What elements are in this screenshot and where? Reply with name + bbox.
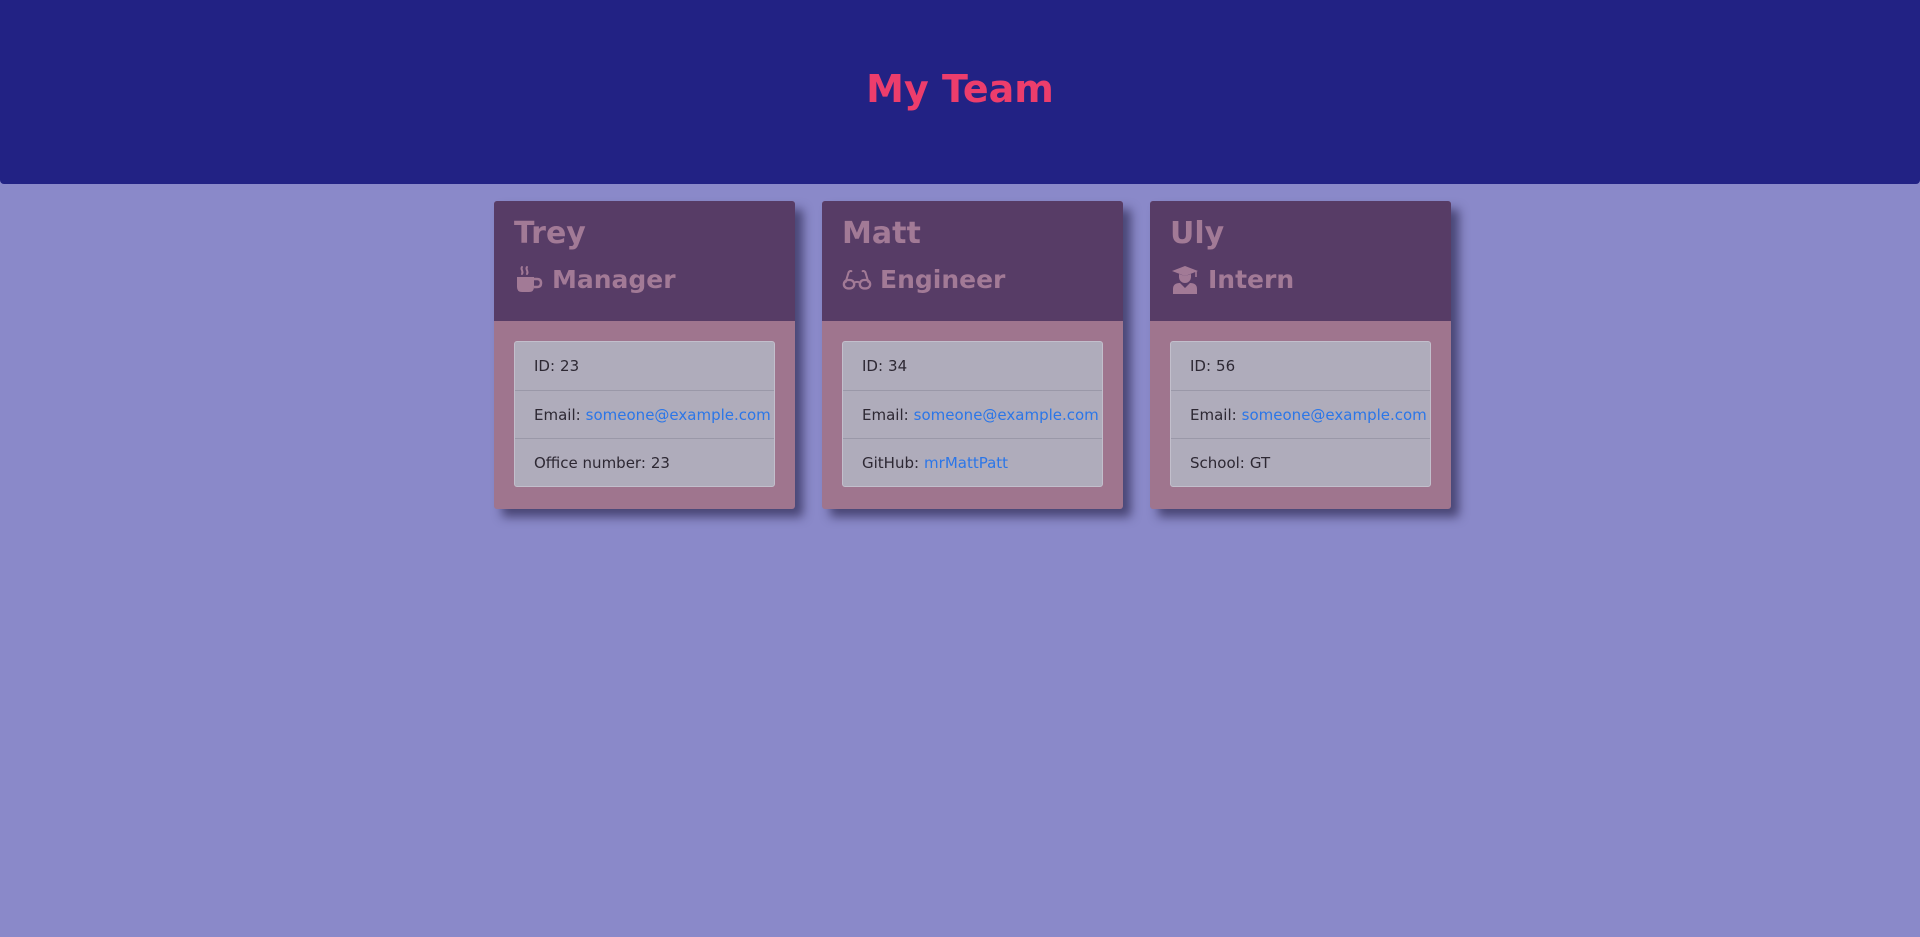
employee-details-list: ID: 23 Email: someone@example.com Office… bbox=[514, 341, 775, 487]
id-value: 34 bbox=[888, 357, 908, 375]
id-label: ID: bbox=[534, 357, 556, 375]
school-label: School: bbox=[1190, 453, 1245, 472]
card-body: ID: 34 Email: someone@example.com GitHub… bbox=[822, 321, 1123, 507]
email-label: Email: bbox=[534, 405, 581, 424]
id-value: 56 bbox=[1216, 357, 1236, 375]
employee-email: Email: someone@example.com bbox=[843, 390, 1102, 438]
card-header: Uly Intern bbox=[1150, 201, 1451, 321]
employee-card-engineer: Matt Engineer ID: 34 Email: someone@exam… bbox=[822, 201, 1123, 509]
github-link[interactable]: mrMattPatt bbox=[924, 454, 1008, 472]
employee-github: GitHub: mrMattPatt bbox=[843, 438, 1102, 486]
email-link[interactable]: someone@example.com bbox=[586, 406, 771, 424]
employee-school: School: GT bbox=[1171, 438, 1430, 486]
employee-name: Trey bbox=[514, 216, 586, 251]
employee-role: Manager bbox=[514, 263, 775, 297]
employee-id: ID: 34 bbox=[843, 342, 1102, 390]
card-body: ID: 56 Email: someone@example.com School… bbox=[1150, 321, 1451, 507]
page-title: My Team bbox=[866, 67, 1054, 111]
office-number-value: 23 bbox=[650, 453, 670, 472]
employee-id: ID: 23 bbox=[515, 342, 774, 390]
team-cards: Trey Manager ID: 23 Email: someone@examp… bbox=[494, 201, 1451, 509]
page-header: My Team bbox=[0, 0, 1920, 184]
employee-name: Uly bbox=[1170, 216, 1225, 251]
card-body: ID: 23 Email: someone@example.com Office… bbox=[494, 321, 795, 507]
office-number-label: Office number: bbox=[534, 453, 646, 472]
github-label: GitHub: bbox=[862, 453, 920, 472]
graduate-icon bbox=[1170, 265, 1200, 295]
card-header: Matt Engineer bbox=[822, 201, 1123, 321]
glasses-icon bbox=[842, 265, 872, 295]
mug-icon bbox=[514, 265, 544, 295]
email-link[interactable]: someone@example.com bbox=[914, 406, 1099, 424]
employee-office-number: Office number: 23 bbox=[515, 438, 774, 486]
employee-card-intern: Uly Intern ID: 56 Email: someone@example… bbox=[1150, 201, 1451, 509]
school-value: GT bbox=[1249, 453, 1271, 472]
email-label: Email: bbox=[862, 405, 909, 424]
id-label: ID: bbox=[862, 357, 884, 375]
employee-email: Email: someone@example.com bbox=[1171, 390, 1430, 438]
employee-card-manager: Trey Manager ID: 23 Email: someone@examp… bbox=[494, 201, 795, 509]
email-label: Email: bbox=[1190, 405, 1237, 424]
id-label: ID: bbox=[1190, 357, 1212, 375]
employee-role-label: Manager bbox=[552, 265, 676, 294]
card-header: Trey Manager bbox=[494, 201, 795, 321]
id-value: 23 bbox=[560, 357, 580, 375]
employee-id: ID: 56 bbox=[1171, 342, 1430, 390]
employee-email: Email: someone@example.com bbox=[515, 390, 774, 438]
employee-role-label: Engineer bbox=[880, 265, 1006, 294]
employee-details-list: ID: 56 Email: someone@example.com School… bbox=[1170, 341, 1431, 487]
employee-name: Matt bbox=[842, 216, 921, 251]
employee-role: Engineer bbox=[842, 263, 1103, 297]
employee-details-list: ID: 34 Email: someone@example.com GitHub… bbox=[842, 341, 1103, 487]
employee-role-label: Intern bbox=[1208, 265, 1295, 294]
email-link[interactable]: someone@example.com bbox=[1242, 406, 1427, 424]
employee-role: Intern bbox=[1170, 263, 1431, 297]
